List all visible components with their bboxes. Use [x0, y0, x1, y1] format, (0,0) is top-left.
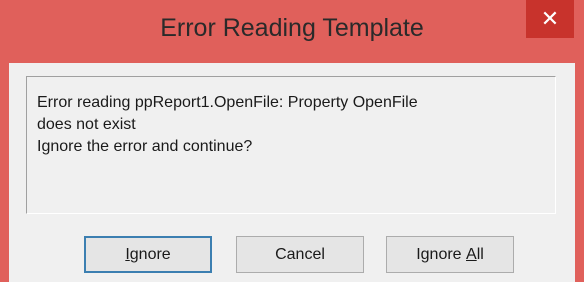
message-line-3: Ignore the error and continue?	[37, 138, 253, 155]
ignore-button[interactable]: Ignore	[84, 236, 212, 273]
cancel-label: Cancel	[275, 245, 325, 263]
close-button[interactable]: ✕	[526, 0, 574, 38]
ignore-label-rest: gnore	[129, 245, 171, 263]
message-line-1: Error reading ppReport1.OpenFile: Proper…	[37, 94, 418, 111]
ignore-all-label-prefix: Ignore	[416, 245, 467, 263]
message-line-2: does not exist	[37, 116, 136, 133]
error-message: Error reading ppReport1.OpenFile: Proper…	[37, 92, 418, 158]
title-bar[interactable]: Error Reading Template ✕	[0, 0, 584, 63]
ignore-all-button[interactable]: Ignore All	[386, 236, 514, 273]
window-frame-right	[575, 63, 584, 282]
ignore-all-accel-key: A	[466, 245, 477, 263]
window-frame-left	[0, 63, 9, 282]
cancel-button[interactable]: Cancel	[236, 236, 364, 273]
error-dialog: Error Reading Template ✕ Error reading p…	[0, 0, 584, 282]
dialog-title: Error Reading Template	[160, 14, 424, 42]
message-panel: Error reading ppReport1.OpenFile: Proper…	[26, 76, 556, 214]
close-icon: ✕	[540, 6, 560, 31]
ignore-all-label-rest: ll	[476, 245, 484, 263]
